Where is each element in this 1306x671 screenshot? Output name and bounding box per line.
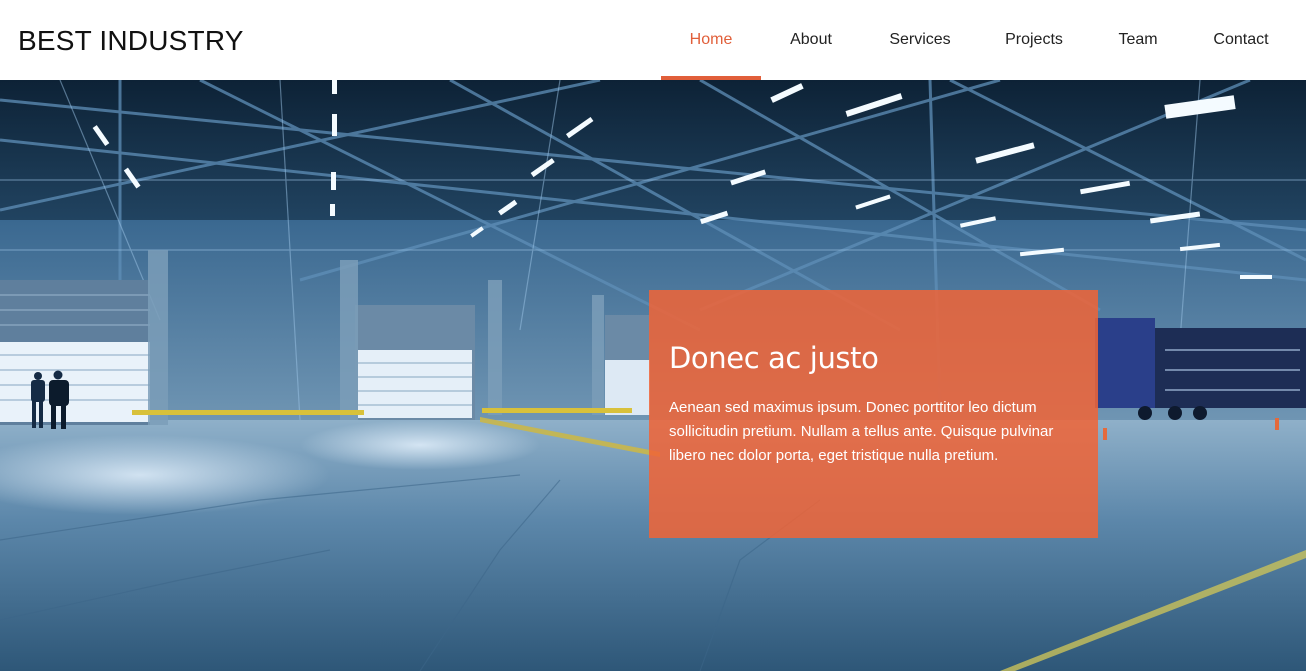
nav-item-label: Contact [1213, 31, 1269, 48]
nav-item-contact[interactable]: Contact [1203, 0, 1279, 80]
nav-item-about[interactable]: About [775, 0, 847, 80]
nav-item-projects[interactable]: Projects [996, 0, 1072, 80]
nav-item-label: Projects [1005, 31, 1063, 48]
navbar: BEST INDUSTRY Home About Services Projec… [0, 0, 1306, 80]
nav-item-label: Services [889, 31, 951, 48]
nav-item-label: Team [1118, 31, 1158, 48]
nav-item-services[interactable]: Services [880, 0, 960, 80]
nav-item-label: About [790, 31, 832, 48]
brand-logo[interactable]: BEST INDUSTRY [18, 22, 244, 60]
hero-caption-title: Donec ac justo [669, 341, 879, 375]
nav-item-team[interactable]: Team [1108, 0, 1168, 80]
hero-caption-text: Aenean sed maximus ipsum. Donec porttito… [669, 399, 1054, 464]
active-nav-indicator [661, 76, 761, 80]
nav-item-label: Home [689, 31, 733, 48]
hero-caption-box: Donec ac justo Aenean sed maximus ipsum.… [649, 290, 1098, 538]
nav-item-home[interactable]: Home [661, 0, 761, 80]
